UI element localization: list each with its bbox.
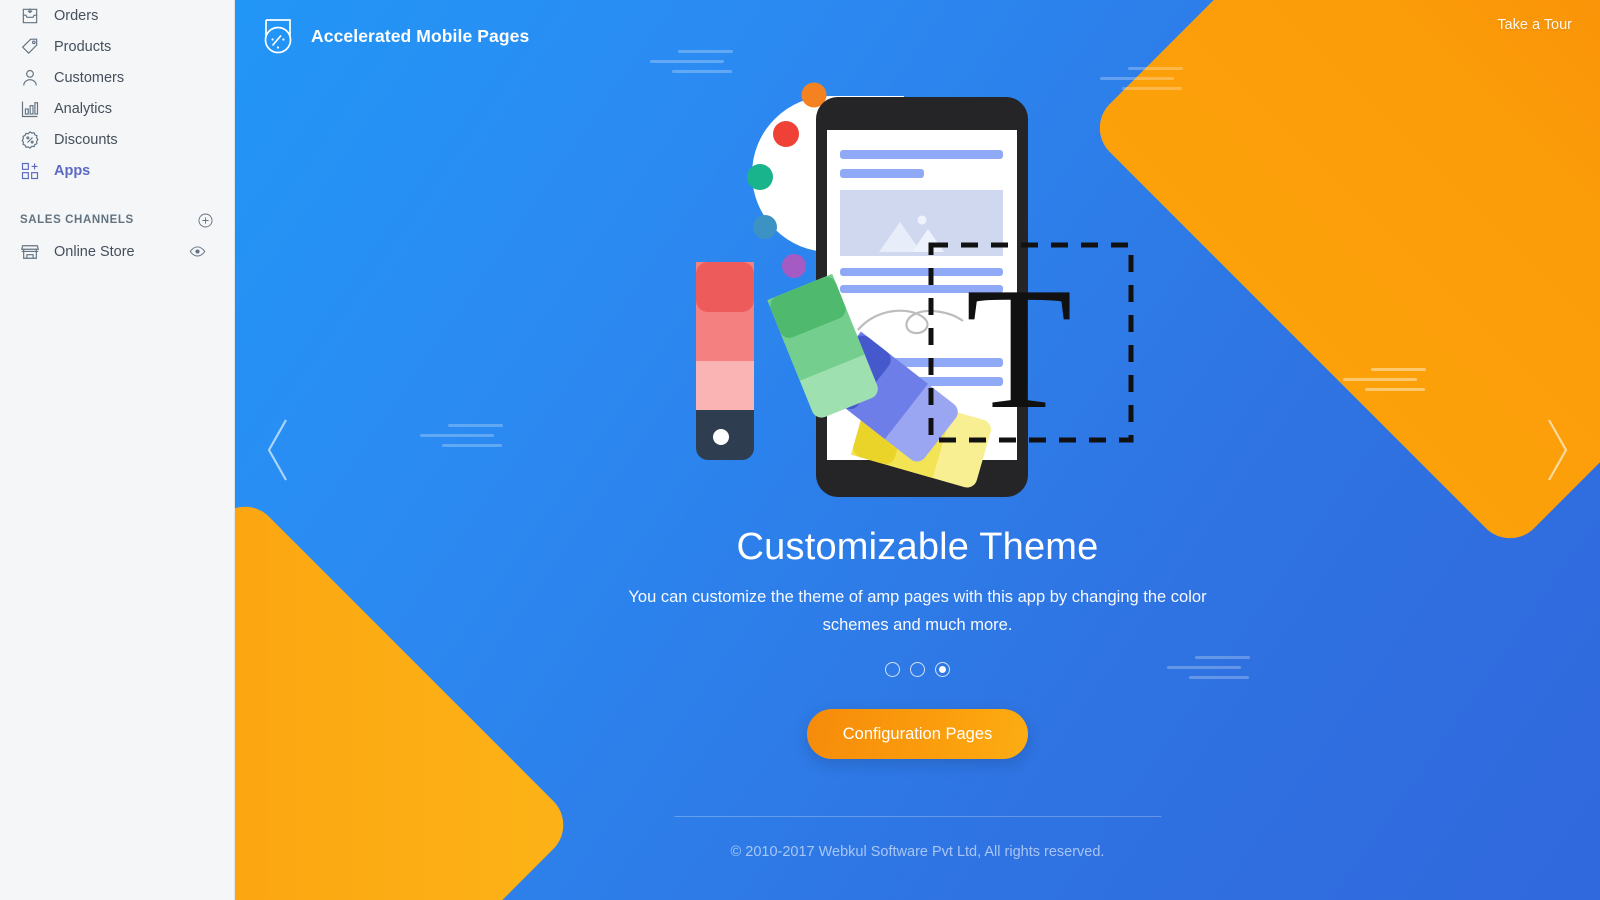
- analytics-icon: [20, 99, 40, 119]
- theme-customization-illustration: T: [688, 62, 1148, 502]
- plus-circle-icon[interactable]: [197, 212, 214, 229]
- sidebar-item-label: Analytics: [54, 100, 113, 117]
- sidebar-item-label: Orders: [54, 7, 99, 24]
- sidebar-item-label: Discounts: [54, 131, 118, 148]
- slide-description: You can customize the theme of amp pages…: [628, 588, 1207, 635]
- sidebar-item-label: Customers: [54, 69, 125, 86]
- carousel-dots: [885, 661, 950, 677]
- app-title: Accelerated Mobile Pages: [311, 25, 530, 46]
- sales-channels-header: SALES CHANNELS: [0, 204, 234, 236]
- sidebar-item-products[interactable]: Products: [8, 31, 226, 62]
- store-icon: [20, 242, 40, 262]
- carousel-dot-1[interactable]: [885, 661, 900, 677]
- sidebar-item-label: Online Store: [54, 243, 135, 260]
- app-screen: Orders Products Customers Analytics Disc…: [0, 0, 1600, 900]
- sidebar-item-label: Apps: [54, 162, 91, 179]
- amp-speedometer-icon: [261, 17, 297, 55]
- orders-icon: [20, 6, 40, 26]
- products-icon: [20, 37, 40, 57]
- app-main-panel: Accelerated Mobile Pages Take a Tour T C…: [235, 0, 1600, 900]
- app-header: Accelerated Mobile Pages: [235, 0, 1600, 72]
- customers-icon: [20, 68, 40, 88]
- svg-text:T: T: [965, 251, 1072, 445]
- sidebar-item-orders[interactable]: Orders: [8, 0, 226, 31]
- discounts-icon: [20, 130, 40, 150]
- slide-title: Customizable Theme: [736, 526, 1099, 568]
- eye-icon[interactable]: [189, 243, 206, 260]
- sidebar: Orders Products Customers Analytics Disc…: [0, 0, 235, 900]
- take-a-tour-button[interactable]: Take a Tour: [1497, 17, 1572, 33]
- apps-icon: [20, 161, 40, 181]
- carousel-slide: T Customizable Theme You can customize t…: [235, 0, 1600, 900]
- configuration-pages-button[interactable]: Configuration Pages: [806, 708, 1029, 759]
- sidebar-item-discounts[interactable]: Discounts: [8, 124, 226, 155]
- sidebar-nav: Orders Products Customers Analytics Disc…: [0, 0, 234, 186]
- sidebar-item-label: Products: [54, 38, 112, 55]
- sales-channels-title: SALES CHANNELS: [20, 214, 134, 226]
- carousel-dot-3[interactable]: [935, 661, 950, 677]
- sidebar-item-analytics[interactable]: Analytics: [8, 93, 226, 124]
- brand: Accelerated Mobile Pages: [261, 17, 529, 55]
- sidebar-item-customers[interactable]: Customers: [8, 62, 226, 93]
- sidebar-item-apps[interactable]: Apps: [8, 155, 226, 186]
- sidebar-item-online-store[interactable]: Online Store: [8, 236, 226, 267]
- carousel-dot-2[interactable]: [910, 661, 925, 677]
